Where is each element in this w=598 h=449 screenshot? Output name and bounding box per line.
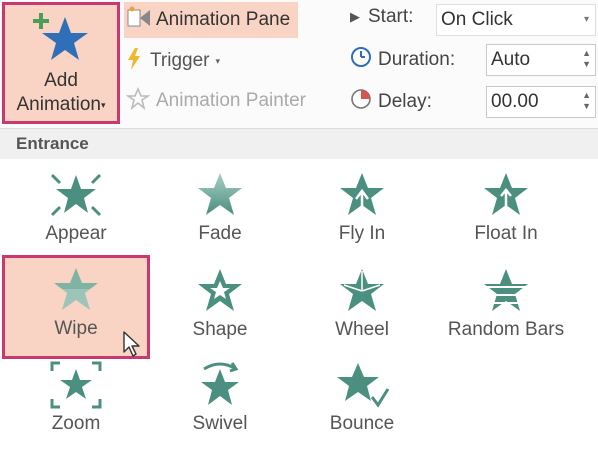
duration-spinbox[interactable]: Auto ▲ ▼ [486, 44, 596, 76]
star-with-plus-icon [31, 11, 95, 72]
add-animation-label-line1: Add [44, 70, 78, 91]
painter-star-icon [125, 86, 151, 116]
animation-pane-icon [126, 6, 152, 35]
trigger-label: Trigger [150, 50, 210, 71]
play-icon: ▶ [350, 9, 360, 24]
animation-painter-label: Animation Painter [156, 90, 306, 111]
wheel-star-icon [292, 265, 432, 317]
bounce-star-icon [292, 359, 432, 411]
trigger-button[interactable]: Trigger ▾ [126, 44, 220, 78]
wipe-star-icon [5, 264, 147, 316]
effect-swivel[interactable]: Swivel [150, 353, 290, 449]
effect-bounce[interactable]: Bounce [292, 353, 432, 449]
delay-value: 00.00 [491, 91, 539, 112]
effect-label: Zoom [51, 413, 101, 434]
effect-shape[interactable]: Shape [150, 259, 290, 355]
effect-random-bars[interactable]: Random Bars [436, 259, 576, 355]
animations-ribbon: Add Animation▾ Animation Pane Trigger ▾ [0, 0, 598, 128]
effect-label: Bounce [329, 413, 395, 434]
dropdown-caret-icon: ▾ [215, 55, 221, 66]
animation-pane-label: Animation Pane [156, 9, 291, 30]
effect-float-in[interactable]: Float In [436, 163, 576, 259]
effect-appear[interactable]: Appear [6, 163, 146, 259]
animation-pane-button[interactable]: Animation Pane [124, 2, 299, 38]
effect-label: Float In [474, 223, 538, 244]
fade-star-icon [150, 169, 290, 221]
effect-fade[interactable]: Fade [150, 163, 290, 259]
lightning-icon [126, 47, 142, 76]
fly-in-star-icon [292, 169, 432, 221]
mouse-pointer-icon [122, 330, 142, 363]
effect-label: Swivel [192, 413, 248, 434]
delay-spinbox[interactable]: 00.00 ▲ ▼ [486, 86, 596, 118]
appear-star-icon [6, 169, 146, 221]
swivel-star-icon [150, 359, 290, 411]
effect-zoom[interactable]: Zoom [6, 353, 146, 449]
add-animation-label-line2: Animation▾ [16, 94, 106, 116]
add-animation-button[interactable]: Add Animation▾ [2, 2, 120, 124]
start-dropdown[interactable]: On Click ▾ [436, 4, 596, 36]
shape-star-icon [150, 265, 290, 317]
spinner-arrows-icon[interactable]: ▲ ▼ [582, 48, 591, 70]
clock-icon [350, 46, 372, 74]
start-label: ▶ Start: [350, 6, 414, 27]
duration-value: Auto [491, 49, 531, 70]
add-animation-label: Add Animation▾ [5, 69, 117, 117]
effect-fly-in[interactable]: Fly In [292, 163, 432, 259]
dropdown-caret-icon: ▾ [100, 100, 106, 110]
effect-label: Appear [45, 223, 107, 244]
effect-label: Shape [192, 319, 248, 340]
effect-label: Wheel [335, 319, 389, 340]
effect-label: Fly In [338, 223, 386, 244]
animation-gallery: Entrance Appear Fade Fly In Float In Wip… [0, 128, 598, 449]
spinner-arrows-icon[interactable]: ▲ ▼ [582, 90, 591, 112]
entrance-section-header: Entrance [0, 129, 598, 159]
start-value: On Click [441, 9, 513, 30]
effect-label: Random Bars [447, 319, 565, 340]
float-in-star-icon [436, 169, 576, 221]
zoom-star-icon [6, 359, 146, 411]
random-bars-star-icon [436, 265, 576, 317]
timer-icon [350, 88, 372, 116]
duration-label: Duration: [350, 46, 455, 74]
effect-wheel[interactable]: Wheel [292, 259, 432, 355]
delay-label: Delay: [350, 88, 432, 116]
animation-painter-button[interactable]: Animation Painter [125, 84, 306, 118]
effect-label: Fade [198, 223, 242, 244]
chevron-down-icon: ▾ [583, 14, 589, 25]
